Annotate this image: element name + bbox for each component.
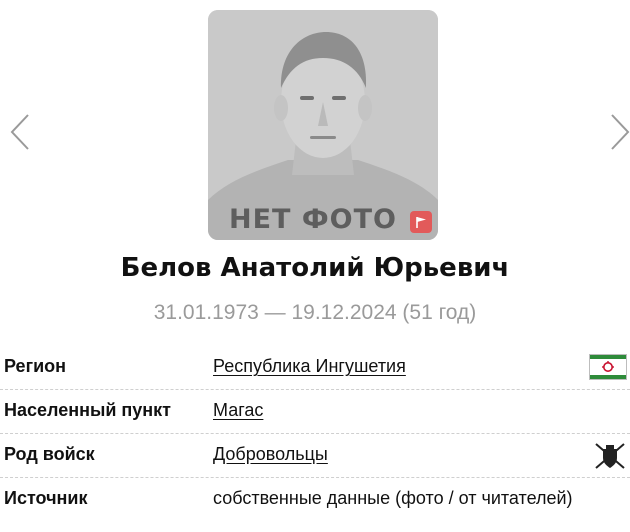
ingushetia-flag-icon bbox=[589, 354, 627, 385]
info-row-source: Источник собственные данные (фото / от ч… bbox=[0, 478, 630, 521]
service-branch-label: Род войск bbox=[4, 444, 95, 464]
report-flag-button[interactable] bbox=[410, 211, 432, 233]
region-link[interactable]: Республика Ингушетия bbox=[213, 356, 406, 377]
person-name: Белов Анатолий Юрьевич bbox=[120, 253, 510, 283]
volunteers-emblem-icon bbox=[593, 442, 627, 475]
next-arrow-icon[interactable] bbox=[608, 112, 630, 152]
region-label: Регион bbox=[4, 356, 66, 376]
settlement-label: Населенный пункт bbox=[4, 400, 172, 420]
source-label: Источник bbox=[4, 488, 88, 508]
previous-arrow-icon[interactable] bbox=[8, 112, 32, 152]
info-row-settlement: Населенный пункт Магас bbox=[0, 390, 630, 434]
service-branch-link[interactable]: Добровольцы bbox=[213, 444, 328, 465]
no-photo-placeholder: НЕТ ФОТО bbox=[208, 10, 438, 240]
info-row-service-branch: Род войск Добровольцы bbox=[0, 434, 630, 478]
flag-icon bbox=[416, 217, 426, 228]
source-value: собственные данные (фото / от читателей) bbox=[213, 488, 573, 508]
settlement-link[interactable]: Магас bbox=[213, 400, 263, 421]
info-row-region: Регион Республика Ингушетия bbox=[0, 346, 630, 390]
memorial-card: НЕТ ФОТО Белов Анатолий Юрьевич 31.01.19… bbox=[0, 0, 630, 532]
info-table: Регион Республика Ингушетия Населенный п… bbox=[0, 346, 630, 521]
life-dates: 31.01.1973 — 19.12.2024 (51 год) bbox=[153, 301, 477, 324]
no-photo-label: НЕТ ФОТО bbox=[229, 204, 397, 235]
